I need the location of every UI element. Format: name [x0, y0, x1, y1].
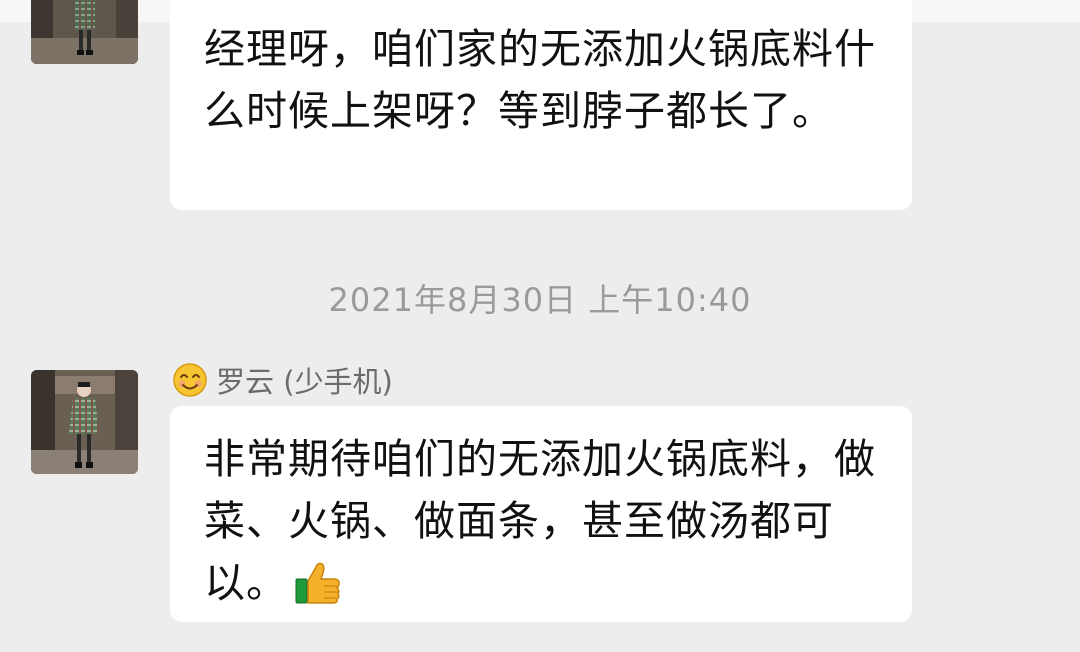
avatar-photo	[31, 0, 138, 64]
avatar[interactable]	[31, 370, 138, 474]
thumbs-up-icon	[294, 559, 342, 622]
message-content: 非常期待咱们的无添加火锅底料，做菜、火锅、做面条，甚至做汤都可以。	[204, 428, 878, 622]
sender-label: 罗云 (少手机)	[172, 360, 393, 400]
sender-name: 罗云 (少手机)	[216, 365, 393, 399]
chat-window: 经理呀，咱们家的无添加火锅底料什么时候上架呀？等到脖子都长了。 2021年8月3…	[0, 0, 1080, 652]
message-text: 经理呀，咱们家的无添加火锅底料什么时候上架呀？等到脖子都长了。	[204, 25, 876, 135]
timestamp: 2021年8月30日 上午10:40	[328, 281, 752, 319]
smiling-face-icon	[173, 363, 207, 397]
avatar-photo	[31, 370, 138, 474]
message-bubble[interactable]: 非常期待咱们的无添加火锅底料，做菜、火锅、做面条，甚至做汤都可以。	[170, 406, 912, 622]
message-bubble[interactable]: 经理呀，咱们家的无添加火锅底料什么时候上架呀？等到脖子都长了。	[170, 0, 912, 210]
avatar[interactable]	[31, 0, 138, 64]
